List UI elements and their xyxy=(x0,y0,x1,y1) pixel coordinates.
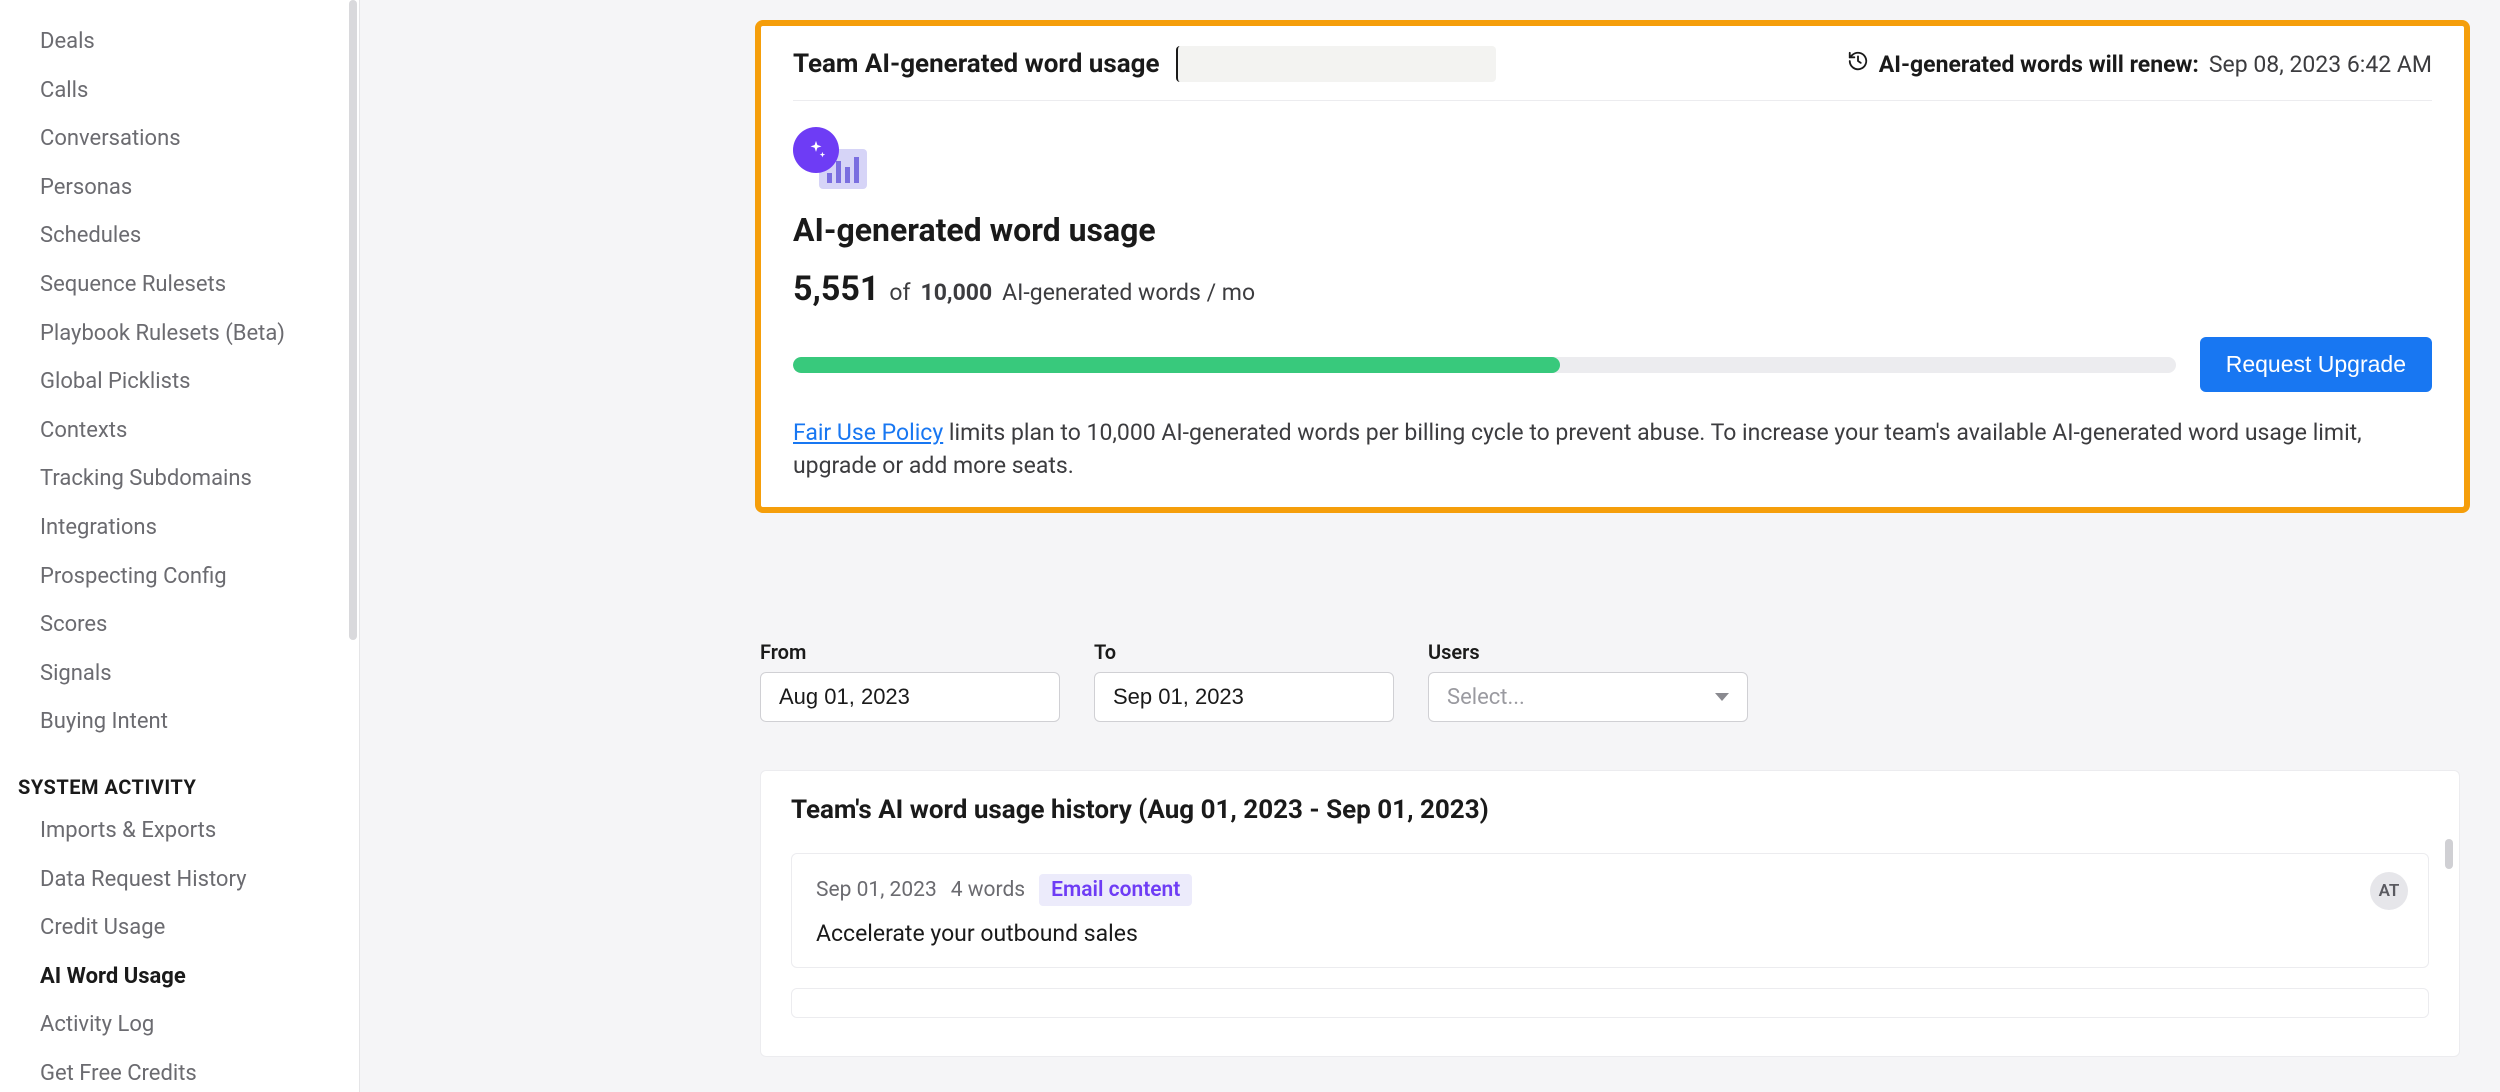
avatar[interactable]: AT xyxy=(2370,872,2408,910)
sidebar-item[interactable]: Get Free Credits xyxy=(0,1050,359,1092)
usage-suffix: AI-generated words / mo xyxy=(1002,279,1255,306)
to-date-input[interactable] xyxy=(1094,672,1394,722)
users-select[interactable]: Select... xyxy=(1428,672,1748,722)
history-card: Team's AI word usage history (Aug 01, 20… xyxy=(760,770,2460,1057)
sidebar-item[interactable]: AI Word Usage xyxy=(0,953,359,1002)
sidebar-item[interactable]: Playbook Rulesets (Beta) xyxy=(0,310,359,359)
entry-date: Sep 01, 2023 xyxy=(816,878,937,902)
policy-text: Fair Use Policy limits plan to 10,000 AI… xyxy=(793,416,2432,483)
main-content: Team AI-generated word usage AI-generate… xyxy=(360,0,2500,1092)
sidebar-item[interactable]: Integrations xyxy=(0,504,359,553)
sparkle-icon xyxy=(793,127,839,173)
sidebar-item[interactable]: Signals xyxy=(0,650,359,699)
request-upgrade-button[interactable]: Request Upgrade xyxy=(2200,337,2432,392)
sidebar-item[interactable]: Personas xyxy=(0,164,359,213)
history-title: Team's AI word usage history (Aug 01, 20… xyxy=(791,795,2429,825)
sidebar-item[interactable]: Buying Intent xyxy=(0,698,359,747)
to-label: To xyxy=(1094,640,1394,664)
entry-body: Accelerate your outbound sales xyxy=(816,920,2404,947)
sidebar-item[interactable]: Imports & Exports xyxy=(0,807,359,856)
sidebar-item[interactable]: Tracking Subdomains xyxy=(0,455,359,504)
history-entry[interactable]: Sep 01, 2023 4 words Email content Accelera… xyxy=(791,853,2429,968)
users-label: Users xyxy=(1428,640,1748,664)
filter-bar: From To Users Select... xyxy=(760,640,2460,722)
renew-info: AI-generated words will renew: Sep 08, 2… xyxy=(1847,50,2432,78)
usage-title: AI-generated word usage xyxy=(793,211,2432,249)
usage-summary-card: Team AI-generated word usage AI-generate… xyxy=(755,20,2470,513)
sidebar-item[interactable]: Scores xyxy=(0,601,359,650)
page-title: Team AI-generated word usage xyxy=(793,49,1160,79)
renew-label: AI-generated words will renew: xyxy=(1879,51,2199,78)
sidebar-item[interactable]: Global Picklists xyxy=(0,358,359,407)
sidebar-item[interactable]: Calls xyxy=(0,67,359,116)
redacted-chip xyxy=(1176,46,1496,82)
sidebar-item[interactable]: Prospecting Config xyxy=(0,553,359,602)
history-scrollbar[interactable] xyxy=(2445,839,2453,869)
users-placeholder: Select... xyxy=(1447,685,1525,710)
sidebar-item[interactable]: Sequence Rulesets xyxy=(0,261,359,310)
sidebar-item[interactable]: Conversations xyxy=(0,115,359,164)
sidebar-item[interactable]: Deals xyxy=(0,18,359,67)
history-icon xyxy=(1847,50,1869,78)
usage-of: of xyxy=(889,279,910,306)
from-date-input[interactable] xyxy=(760,672,1060,722)
fair-use-policy-link[interactable]: Fair Use Policy xyxy=(793,419,943,446)
renew-value: Sep 08, 2023 6:42 AM xyxy=(2209,51,2432,78)
sidebar-item[interactable]: Activity Log xyxy=(0,1001,359,1050)
sidebar-item[interactable]: Schedules xyxy=(0,212,359,261)
usage-icon xyxy=(793,127,865,187)
policy-body: limits plan to 10,000 AI-generated words… xyxy=(793,419,2362,479)
sidebar-item[interactable]: Credit Usage xyxy=(0,904,359,953)
chevron-down-icon xyxy=(1715,693,1729,701)
settings-sidebar: DealsCallsConversationsPersonasSchedules… xyxy=(0,0,360,1092)
from-label: From xyxy=(760,640,1060,664)
sidebar-item[interactable]: Contexts xyxy=(0,407,359,456)
sidebar-scrollbar[interactable] xyxy=(349,0,357,640)
usage-limit: 10,000 xyxy=(921,279,993,306)
sidebar-section-heading: SYSTEM ACTIVITY xyxy=(0,747,359,807)
entry-tag: Email content xyxy=(1039,874,1192,906)
card-header: Team AI-generated word usage AI-generate… xyxy=(793,26,2432,101)
usage-progress-fill xyxy=(793,357,1560,373)
sidebar-item[interactable]: Data Request History xyxy=(0,856,359,905)
usage-used: 5,551 xyxy=(793,269,879,309)
history-entry-placeholder xyxy=(791,988,2429,1018)
usage-count-line: 5,551 of 10,000 AI-generated words / mo xyxy=(793,269,2432,309)
entry-word-count: 4 words xyxy=(951,878,1025,902)
usage-progress-bar xyxy=(793,357,2176,373)
